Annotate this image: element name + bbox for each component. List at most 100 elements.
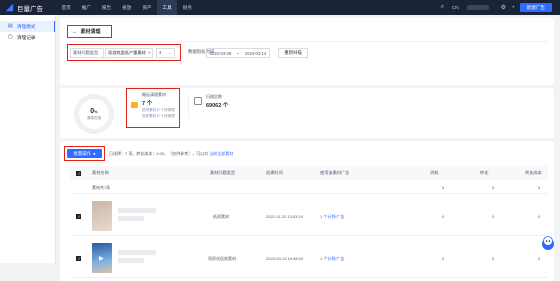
scan-count: 69062 个 xyxy=(206,103,229,109)
created-time: 2023-03-13 19:48:19 xyxy=(266,256,304,261)
date-separator: ~ xyxy=(236,50,240,56)
bulk-action-highlight: 批量操作 ● xyxy=(64,146,105,161)
bell-icon[interactable]: ◔ xyxy=(511,5,515,11)
chevron-down-icon: ● xyxy=(92,151,96,156)
low-efficiency-line: 低效素材 0 个待清理 xyxy=(142,108,175,112)
summary-cost: 0 xyxy=(442,185,445,190)
sidebar-item-label: 清理记录 xyxy=(17,34,36,40)
sidebar: ▤ 清理模式 ▢ 清理记录 xyxy=(0,15,56,263)
account-name[interactable] xyxy=(466,5,489,10)
threshold-select[interactable]: 3 ⌄ xyxy=(156,47,175,58)
cost: 0 xyxy=(442,256,445,261)
nav-report[interactable]: 报告 xyxy=(96,0,116,15)
top-navigation-bar: ◢ 巨量广告 首页 推广 报告 投放 资产 工具 财务 ⌕ CN ⚙ ◔ 新建广… xyxy=(0,0,560,15)
record-icon: ▢ xyxy=(8,34,13,40)
low-quality-line: 低质素材 0 个待清理 xyxy=(142,114,175,118)
divider xyxy=(67,41,547,42)
main-nav: 首页 推广 报告 投放 资产 工具 财务 xyxy=(56,0,197,15)
date-end: 2023-03-14 xyxy=(244,50,267,56)
search-icon[interactable]: ⌕ xyxy=(441,4,444,11)
material-name[interactable] xyxy=(118,208,156,213)
nav-promotion[interactable]: 推广 xyxy=(76,0,96,15)
page-title: 素材清理 xyxy=(80,29,101,35)
filter-card: ← 素材清理 素材问题类型 现游戏类低产量素材 ✕ 3 ⌄ 数据指标时间 202… xyxy=(60,18,554,85)
column-header[interactable]: 消耗 xyxy=(430,170,438,176)
nav-finance[interactable]: 财务 xyxy=(177,0,197,15)
column-header[interactable]: 转化成本 xyxy=(525,170,542,176)
issue-count: 7 个 xyxy=(142,101,153,107)
assistant-mascot-icon[interactable] xyxy=(540,232,556,252)
table-header: 素材名称 素材问题类型 创建时间 使用该素材广告 消耗 转化 转化成本 xyxy=(70,166,548,180)
threshold-value: 3 xyxy=(159,50,162,55)
summary-label: 素材共7条 xyxy=(92,185,111,190)
material-id xyxy=(118,216,144,221)
issue-type-filter: 素材问题类型 现游戏类低产量素材 ✕ 3 ⌄ xyxy=(67,44,181,61)
column-header[interactable]: 创建时间 xyxy=(266,170,283,176)
ads-link[interactable]: 1 个计划/广告 xyxy=(320,214,344,220)
column-header[interactable]: 素材问题类型 xyxy=(210,170,235,176)
created-time: 2022-11-22 13:03:34 xyxy=(266,214,303,219)
sidebar-item-clean-mode[interactable]: ▤ 清理模式 xyxy=(0,21,55,32)
date-range-picker[interactable]: 2023-03-08 ~ 2023-03-14 xyxy=(206,48,270,58)
date-start: 2023-03-08 xyxy=(209,50,232,56)
topbar-actions: ⌕ CN ⚙ ◔ 新建广告 xyxy=(441,0,560,15)
material-table-card: 批量操作 ● 已选择：7 项，转化成本：0.00，（仅供参考），可以对 当前全部… xyxy=(60,141,554,281)
summary-row: 素材共7条 0 0 0 xyxy=(70,182,548,194)
folder-icon xyxy=(131,102,138,108)
material-thumbnail[interactable]: ▶ xyxy=(92,243,112,273)
nav-home[interactable]: 首页 xyxy=(56,0,76,15)
rescan-button[interactable]: 重新扫描 xyxy=(278,48,308,58)
progress-value: 0% xyxy=(90,107,98,115)
column-header[interactable]: 使用该素材广告 xyxy=(320,170,349,176)
stats-card: 0% 清理进度 概括清理素材 7 个 低效素材 0 个待清理 低质素材 0 个待… xyxy=(60,88,554,138)
language-select[interactable]: CN xyxy=(452,5,459,10)
nav-assets[interactable]: 资产 xyxy=(137,0,157,15)
summary-cpa: 0 xyxy=(538,185,541,190)
back-button[interactable]: ← 素材清理 xyxy=(67,25,112,38)
material-thumbnail[interactable] xyxy=(92,201,112,231)
row-checkbox[interactable] xyxy=(76,214,81,219)
nav-tools[interactable]: 工具 xyxy=(157,0,178,15)
column-header[interactable]: 素材名称 xyxy=(92,170,109,176)
broom-icon: ▤ xyxy=(8,23,13,29)
logo-icon: ◢ xyxy=(6,2,13,12)
table-row: ▶ 同质化低效素材 2023-03-13 19:48:19 1 个计划/广告 0… xyxy=(70,238,548,278)
nav-delivery[interactable]: 投放 xyxy=(117,0,137,15)
conversions: 0 xyxy=(492,256,495,261)
row-checkbox[interactable] xyxy=(76,256,81,261)
sidebar-item-label: 清理模式 xyxy=(17,23,36,29)
selection-info: 已选择：7 项，转化成本：0.00，（仅供参考），可以对 当前全部素材 xyxy=(109,151,234,156)
arrow-left-icon: ← xyxy=(72,28,78,35)
divider xyxy=(188,96,189,118)
select-all-link[interactable]: 当前全部素材 xyxy=(209,151,233,156)
select-all-checkbox[interactable] xyxy=(76,170,81,176)
issue-type-label[interactable]: 素材问题类型 xyxy=(70,47,104,58)
ads-link[interactable]: 1 个计划/广告 xyxy=(320,256,344,262)
cpa: 0 xyxy=(538,214,541,219)
chevron-down-icon: ⌄ xyxy=(168,50,172,55)
material-id xyxy=(118,258,144,263)
bulk-action-button[interactable]: 批量操作 ● xyxy=(67,149,102,158)
cpa: 0 xyxy=(538,256,541,261)
issue-summary: 概括清理素材 7 个 低效素材 0 个待清理 低质素材 0 个待清理 xyxy=(126,88,180,128)
issue-type: 低质素材 xyxy=(213,214,229,219)
issue-type-select[interactable]: 现游戏类低产量素材 ✕ xyxy=(105,47,153,58)
sidebar-item-clean-records[interactable]: ▢ 清理记录 xyxy=(0,32,55,43)
progress-ring: 0% 清理进度 xyxy=(74,94,114,134)
brand-name: 巨量广告 xyxy=(17,5,43,13)
column-header[interactable]: 转化 xyxy=(480,170,488,176)
summary-conv: 0 xyxy=(492,185,495,190)
new-ad-button[interactable]: 新建广告 xyxy=(519,3,552,12)
scan-title: 扫描总数 xyxy=(206,94,222,99)
material-name[interactable] xyxy=(118,250,156,255)
cost: 0 xyxy=(442,214,445,219)
issue-type-value: 现游戏类低产量素材 xyxy=(108,49,146,55)
conversions: 0 xyxy=(492,214,495,219)
scan-icon xyxy=(194,97,202,105)
issue-type: 同质化低效素材 xyxy=(208,256,236,261)
close-icon[interactable]: ✕ xyxy=(148,50,152,55)
gear-icon[interactable]: ⚙ xyxy=(501,4,506,11)
play-icon[interactable]: ▶ xyxy=(99,255,104,262)
issue-title: 概括清理素材 xyxy=(142,92,166,97)
brand-logo[interactable]: ◢ 巨量广告 xyxy=(6,3,46,13)
